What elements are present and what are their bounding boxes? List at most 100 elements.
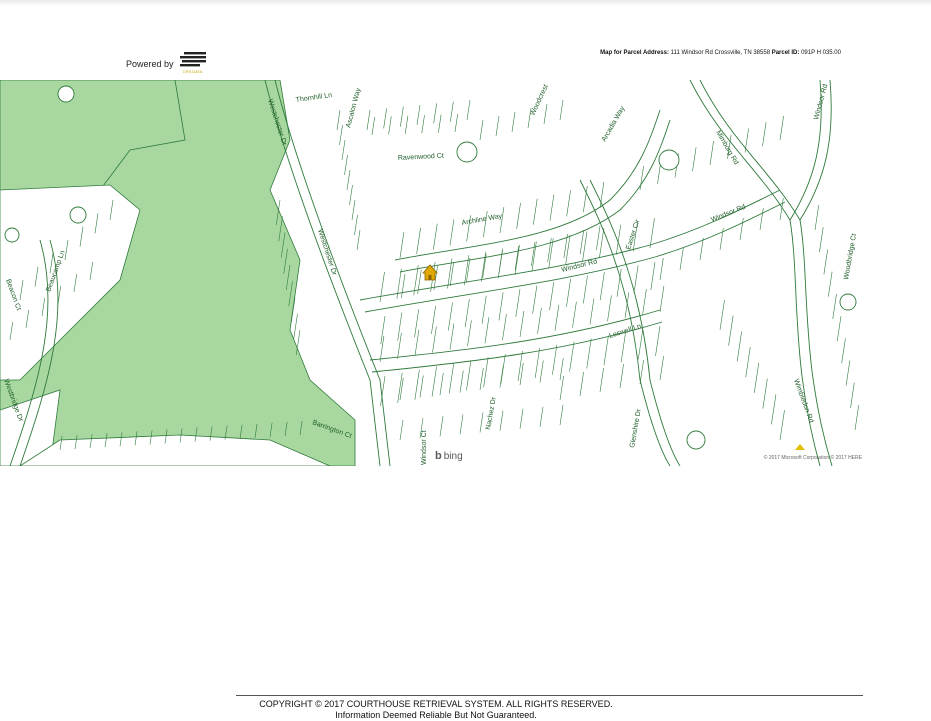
parcel-line <box>579 371 584 397</box>
parcel-line <box>823 249 828 275</box>
parcel-line <box>566 190 571 217</box>
parcel-line <box>639 165 644 191</box>
parcel-line <box>659 285 665 313</box>
parcel-line <box>397 372 403 403</box>
parcel-line <box>519 408 524 429</box>
parcel-line <box>515 288 521 318</box>
map-copyright: © 2017 Microsoft Corporation © 2017 HERE <box>763 455 862 461</box>
parcel-line <box>549 282 555 311</box>
footer: COPYRIGHT © 2017 COURTHOUSE RETRIEVAL SY… <box>236 699 636 721</box>
street-label-thornhill-ln: Thornhill Ln <box>295 92 332 104</box>
parcel-line <box>351 199 356 221</box>
parcel-line <box>596 225 601 251</box>
crs-logo-icon <box>179 52 206 67</box>
parcel-line <box>736 331 742 362</box>
street-label-windsor-rd-3: Windsor Rd <box>813 83 829 120</box>
parcel-line <box>850 382 855 408</box>
parcel-line <box>552 344 558 375</box>
parcel-line <box>565 234 571 265</box>
parcel-line <box>401 273 406 299</box>
parcel-line <box>841 338 846 364</box>
parcel-line <box>638 329 644 360</box>
parcel-line <box>502 314 507 341</box>
parcel-line <box>762 122 767 147</box>
parcel-line <box>379 271 385 303</box>
parcel-line <box>499 410 504 431</box>
parcel-line <box>554 304 560 331</box>
parcel-line <box>449 219 455 246</box>
parcel-line <box>759 207 764 231</box>
parcel-line <box>679 247 684 271</box>
crs-logo: CRS DATA <box>178 52 208 76</box>
parcel-line <box>599 272 605 301</box>
footer-divider <box>236 695 863 696</box>
parcel-line <box>589 298 595 325</box>
parcel-line <box>771 394 777 425</box>
parcel-line <box>499 365 504 388</box>
parcel-line <box>650 261 656 291</box>
parcel-line <box>481 295 487 324</box>
parcel-line <box>416 227 421 254</box>
parcel-line <box>419 375 424 398</box>
parcel-line <box>832 293 837 319</box>
parcel-line <box>659 257 664 281</box>
parcel-line <box>433 223 438 250</box>
street-label-glenshire-dr: Glenshire Dr <box>629 408 643 449</box>
parcel-line <box>514 245 520 271</box>
street-label-nachez-dr: Nachez Dr <box>485 396 498 430</box>
parcel-line <box>416 104 421 126</box>
parcel-line <box>549 194 555 221</box>
parcel-line <box>559 357 564 381</box>
parcel-line <box>762 378 768 409</box>
parcel-line <box>388 116 392 135</box>
parcel-line <box>845 360 851 386</box>
parcel-line <box>603 335 609 366</box>
parcel-line <box>433 103 437 124</box>
footer-copyright: COPYRIGHT © 2017 COURTHOUSE RETRIEVAL SY… <box>259 699 613 709</box>
street-label-ravenwood-ct: Ravenwood Ct <box>398 153 444 162</box>
parcel-line <box>459 370 464 393</box>
street-label-archline-way: Archline Way <box>461 213 503 227</box>
parcel-line <box>467 320 472 347</box>
parcel-line <box>539 360 544 383</box>
parcel-line <box>464 299 470 328</box>
parcel-line <box>439 416 444 437</box>
map-corner-marker-icon <box>795 444 805 450</box>
street-label-windsor-rd-2: Windsor Rd <box>710 204 747 224</box>
parcel-line <box>341 139 346 161</box>
parcel-line <box>517 350 523 382</box>
parcel-line <box>543 103 548 125</box>
parcel-line <box>534 347 540 378</box>
parcel-line <box>356 229 361 251</box>
parcel-line <box>336 109 341 131</box>
parcel-line <box>739 217 744 241</box>
parcel-line <box>814 204 820 231</box>
street-label-ascalon-way: Ascalon Way <box>345 87 362 129</box>
parcel-line <box>828 271 833 297</box>
parcel-line <box>344 154 348 176</box>
parcel-line <box>448 363 455 394</box>
parcel-line <box>479 412 484 433</box>
parcel-line <box>728 315 734 346</box>
parcel-line <box>448 302 453 331</box>
parcel-line <box>400 106 404 127</box>
parcel-line <box>655 325 661 357</box>
parcel-line <box>380 315 386 345</box>
parcel-line <box>569 341 575 372</box>
parcel-line <box>692 147 697 172</box>
street-label-woodbridge-ct: Woodbridge Ct <box>843 233 858 280</box>
logo-tagline: CRS DATA <box>182 69 203 74</box>
parcel-map[interactable]: Thornhill Ln Ascalon Way Westchester Dr … <box>0 80 862 466</box>
parcel-line <box>431 305 436 334</box>
parcel-line <box>349 184 353 206</box>
parcel-line <box>533 198 538 225</box>
parcel-line <box>379 335 385 363</box>
map-canvas[interactable]: Thornhill Ln Ascalon Way Westchester Dr … <box>0 80 862 466</box>
parcel-line <box>599 228 605 259</box>
parcel-header: Map for Parcel Address: 111 Windsor Rd C… <box>600 50 841 56</box>
parcel-line <box>659 355 664 381</box>
parcel-line <box>466 360 472 391</box>
parcel-line <box>633 265 639 294</box>
parcel-line <box>354 214 358 236</box>
parcel-line <box>399 377 404 401</box>
